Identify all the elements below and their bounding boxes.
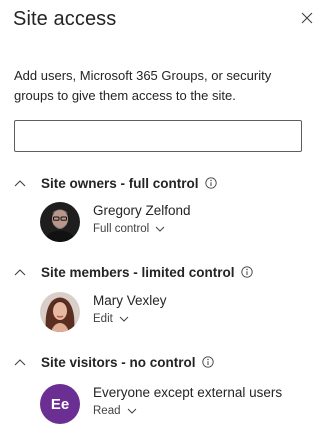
chevron-up-icon[interactable]	[14, 355, 28, 369]
group-header-visitors[interactable]: Site visitors - no control	[14, 352, 215, 372]
group-header-members[interactable]: Site members - limited control	[14, 262, 254, 282]
permission-dropdown[interactable]: Edit	[93, 313, 129, 325]
avatar	[40, 202, 80, 242]
member-name: Everyone except external users	[93, 385, 283, 400]
chevron-up-icon[interactable]	[14, 176, 28, 190]
avatar: Ee	[40, 384, 80, 424]
site-access-panel: Site access Add users, Microsoft 365 Gro…	[0, 0, 321, 439]
member-row-visitor: Ee Everyone except external users Read	[40, 384, 310, 424]
group-title-members: Site members - limited control	[41, 264, 235, 280]
avatar	[40, 292, 80, 332]
group-title-visitors: Site visitors - no control	[41, 354, 196, 370]
group-title-owners: Site owners - full control	[41, 175, 199, 191]
panel-title: Site access	[13, 8, 117, 30]
info-icon[interactable]	[201, 356, 215, 369]
permission-dropdown[interactable]: Full control	[93, 223, 165, 235]
info-icon[interactable]	[240, 266, 254, 279]
group-header-owners[interactable]: Site owners - full control	[14, 173, 218, 193]
permission-dropdown[interactable]: Read	[93, 405, 137, 417]
info-icon[interactable]	[204, 177, 218, 190]
add-users-input[interactable]	[14, 120, 302, 152]
chevron-down-icon	[155, 225, 165, 233]
close-button[interactable]	[298, 9, 316, 27]
chevron-up-icon[interactable]	[14, 265, 28, 279]
panel-description: Add users, Microsoft 365 Groups, or secu…	[14, 68, 272, 103]
member-row-owner: Gregory Zelfond Full control	[40, 202, 310, 242]
permission-label: Edit	[93, 313, 113, 325]
permission-label: Read	[93, 405, 121, 417]
close-icon	[301, 12, 313, 24]
member-name: Gregory Zelfond	[93, 203, 191, 218]
member-name: Mary Vexley	[93, 293, 167, 308]
chevron-down-icon	[127, 407, 137, 415]
permission-label: Full control	[93, 223, 150, 235]
chevron-down-icon	[119, 315, 129, 323]
member-row-member: Mary Vexley Edit	[40, 292, 310, 332]
